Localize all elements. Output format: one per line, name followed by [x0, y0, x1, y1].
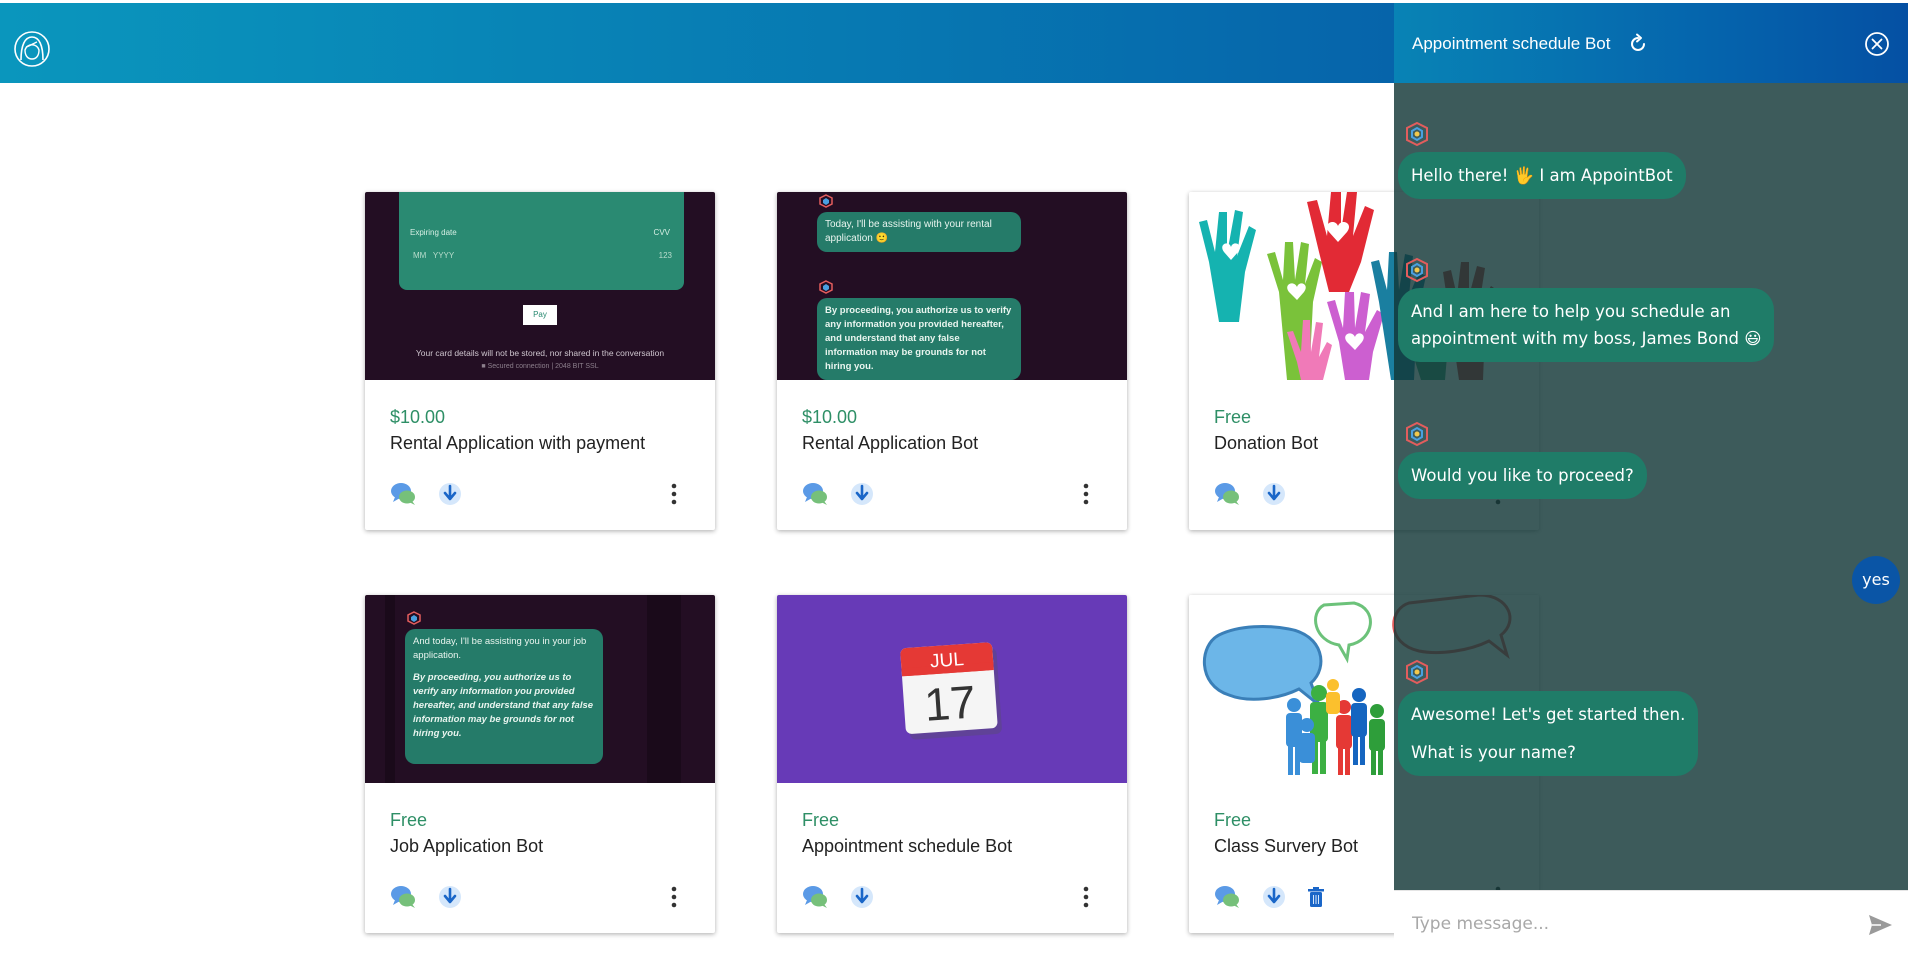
more-vertical-icon[interactable]: [1081, 480, 1091, 508]
preview-disclaimer: By proceeding, you authorize us to verif…: [413, 672, 594, 739]
cvv-label: CVV: [653, 228, 670, 237]
bot-message-line: And I am here to help you schedule an: [1411, 302, 1731, 321]
bot-message: Hello there! 🖐 I am AppointBot: [1398, 152, 1686, 199]
close-icon[interactable]: [1864, 31, 1890, 57]
bot-message-line: appointment with my boss, James Bond 😃: [1411, 329, 1762, 348]
bot-avatar-icon: [1406, 659, 1428, 685]
trash-icon[interactable]: [1302, 883, 1330, 911]
card-body: $10.00 Rental Application with payment: [390, 405, 695, 455]
preview-intro: And today, I'll be assisting you in your…: [413, 636, 587, 661]
card-title: Job Application Bot: [390, 836, 544, 856]
bot-avatar-icon: [819, 194, 833, 208]
preview-message: By proceeding, you authorize us to verif…: [817, 298, 1021, 380]
app-root: Expiring date CVV MM YYYY 123 Pay Your c…: [0, 0, 1908, 957]
chat-bubbles-icon[interactable]: [802, 883, 830, 911]
chat-panel: Appointment schedule Bot Hello there! 🖐 …: [1394, 3, 1908, 957]
bot-message-line: Awesome! Let's get started then.: [1411, 705, 1686, 724]
card-actions: [802, 480, 1107, 508]
secure-connection: ■ Secured connection | 2048 BIT SSL: [365, 363, 715, 370]
bot-message-line: What is your name?: [1411, 743, 1576, 762]
secure-text: Secured connection | 2048 BIT SSL: [487, 363, 599, 370]
bot-avatar-icon: [1406, 421, 1428, 447]
calendar-month: JUL: [929, 649, 964, 672]
chat-bubbles-icon[interactable]: [1214, 480, 1242, 508]
card-thumbnail[interactable]: And today, I'll be assisting you in your…: [365, 595, 715, 783]
bot-card[interactable]: And today, I'll be assisting you in your…: [365, 595, 715, 933]
bot-card[interactable]: Expiring date CVV MM YYYY 123 Pay Your c…: [365, 192, 715, 530]
bot-card[interactable]: JUL 17 Free Appointment schedule Bot: [777, 595, 1127, 933]
more-vertical-icon[interactable]: [1081, 883, 1091, 911]
download-icon[interactable]: [436, 480, 464, 508]
bot-avatar-icon: [819, 280, 833, 294]
card-price: $10.00: [802, 407, 858, 427]
calendar-day: 17: [923, 675, 978, 730]
pay-button-preview: Pay: [523, 305, 557, 325]
download-icon[interactable]: [436, 883, 464, 911]
cvv-value: 123: [658, 251, 672, 260]
bot-card[interactable]: Today, I'll be assisting with your renta…: [777, 192, 1127, 530]
expiring-date-label: Expiring date: [410, 228, 457, 237]
card-actions: [390, 480, 695, 508]
download-icon[interactable]: [848, 480, 876, 508]
bot-message: Would you like to proceed?: [1398, 452, 1647, 499]
card-price: $10.00: [390, 407, 446, 427]
send-icon[interactable]: [1866, 911, 1894, 939]
chat-bubbles-icon[interactable]: [802, 480, 830, 508]
card-body: Free Job Application Bot: [390, 808, 695, 858]
card-notice: Your card details will not be stored, no…: [415, 348, 665, 358]
card-actions: [802, 883, 1107, 911]
download-icon[interactable]: [1260, 883, 1288, 911]
date-placeholder: MM YYYY: [413, 251, 455, 260]
user-message: yes: [1852, 556, 1900, 604]
message-composer: [1394, 890, 1908, 957]
more-vertical-icon[interactable]: [669, 480, 679, 508]
card-thumbnail[interactable]: Expiring date CVV MM YYYY 123 Pay Your c…: [365, 192, 715, 380]
thumb-left-strip: [385, 595, 395, 783]
calendar-icon: JUL 17: [900, 642, 1002, 740]
bot-avatar-icon: [1406, 121, 1428, 147]
thumb-right-strip: [647, 595, 681, 783]
card-body: Free Appointment schedule Bot: [802, 808, 1107, 858]
bot-message: And I am here to help you schedule an ap…: [1398, 288, 1775, 362]
woman-avatar-logo-icon[interactable]: [12, 29, 52, 69]
card-title: Rental Application with payment: [390, 433, 646, 453]
chat-title: Appointment schedule Bot: [1412, 34, 1611, 53]
message-input[interactable]: [1412, 909, 1842, 939]
card-thumbnail[interactable]: JUL 17: [777, 595, 1127, 783]
card-thumbnail[interactable]: Today, I'll be assisting with your renta…: [777, 192, 1127, 380]
card-price: Free: [802, 810, 840, 830]
refresh-icon[interactable]: [1627, 33, 1649, 55]
card-form-preview: Expiring date CVV MM YYYY 123: [399, 192, 684, 290]
bot-avatar-icon: [1406, 257, 1428, 283]
bot-message: Awesome! Let's get started then. What is…: [1398, 691, 1699, 776]
chat-bubbles-icon[interactable]: [390, 883, 418, 911]
chat-header: Appointment schedule Bot: [1394, 3, 1908, 83]
card-body: $10.00 Rental Application Bot: [802, 405, 1107, 455]
card-actions: [390, 883, 695, 911]
bot-avatar-icon: [407, 611, 421, 625]
card-title: Rental Application Bot: [802, 433, 979, 453]
chat-bubbles-icon[interactable]: [390, 480, 418, 508]
download-icon[interactable]: [1260, 480, 1288, 508]
chat-bubbles-icon[interactable]: [1214, 883, 1242, 911]
card-price: Free: [390, 810, 428, 830]
preview-message: Today, I'll be assisting with your renta…: [817, 212, 1021, 252]
more-vertical-icon[interactable]: [669, 883, 679, 911]
card-title: Appointment schedule Bot: [802, 836, 1013, 856]
download-icon[interactable]: [848, 883, 876, 911]
preview-message: And today, I'll be assisting you in your…: [405, 629, 603, 764]
